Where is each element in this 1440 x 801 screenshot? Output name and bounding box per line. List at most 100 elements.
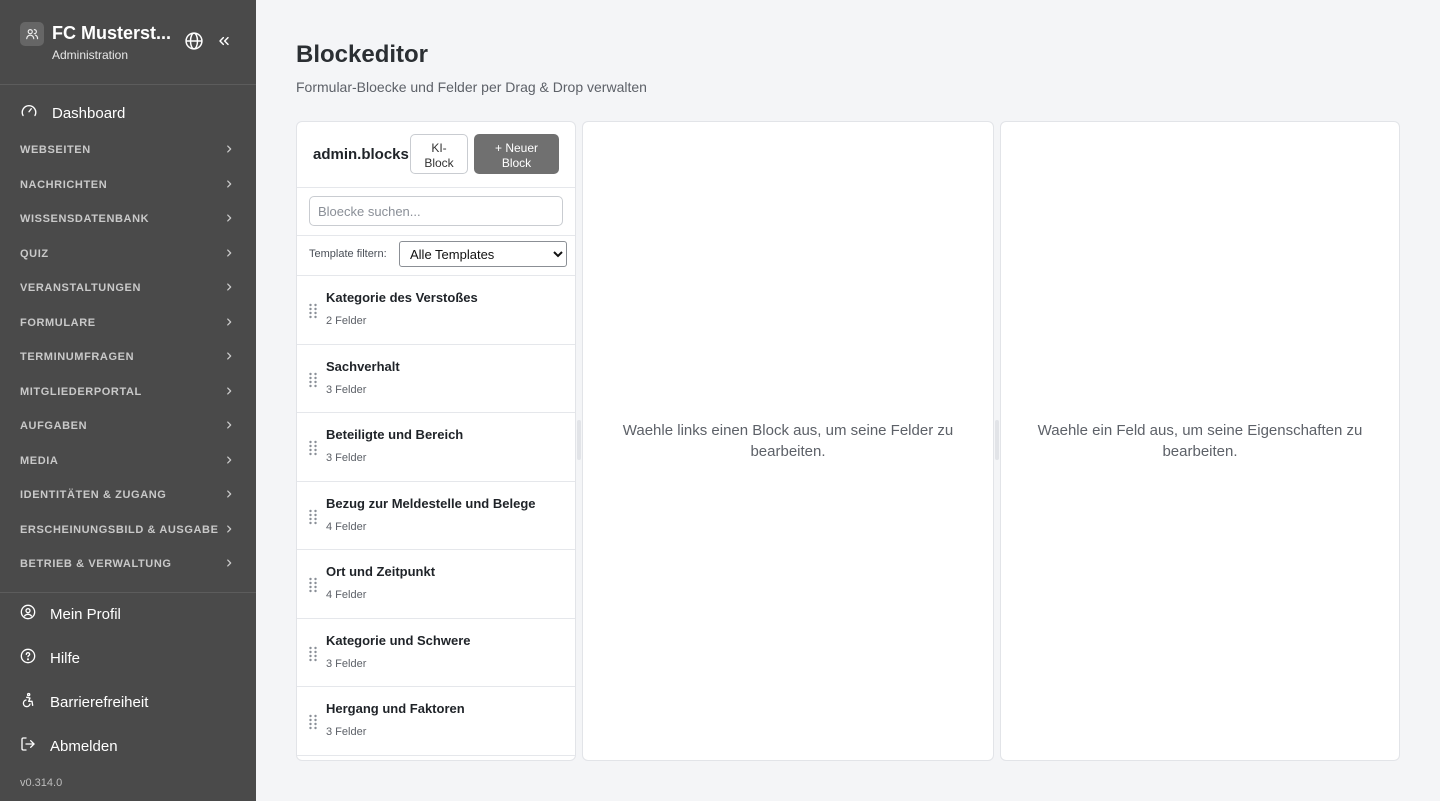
nav-section[interactable]: AUFGABEN [0, 409, 256, 444]
chevron-right-icon [224, 176, 234, 194]
block-field-count: 3 Felder [326, 452, 367, 464]
nav-section-label: VERANSTALTUNGEN [20, 282, 142, 295]
grip-vertical-icon[interactable] [308, 714, 318, 730]
block-field-count: 4 Felder [326, 520, 367, 533]
sidebar-divider [0, 592, 256, 593]
nav-section-label: MITGLIEDERPORTAL [20, 385, 142, 398]
new-block-label-2: Block [501, 156, 532, 170]
grip-vertical-icon[interactable] [308, 577, 318, 593]
block-search-row [297, 188, 575, 236]
nav-help-label: Hilfe [50, 650, 81, 667]
nav-accessibility[interactable]: Barrierefreiheit [20, 692, 148, 713]
nav-section-label: TERMINUMFRAGEN [20, 351, 135, 364]
block-title: Kategorie des Verstoßes [326, 290, 478, 305]
nav-accessibility-label: Barrierefreiheit [50, 694, 149, 711]
chevron-right-icon [224, 555, 234, 573]
chevron-right-icon [224, 486, 234, 504]
chevron-right-icon [224, 348, 234, 366]
blocks-panel-title: admin.blocks [313, 146, 409, 163]
nav-logout-label: Abmelden [50, 738, 118, 755]
nav-section[interactable]: ERSCHEINUNGSBILD & AUSGABE [0, 513, 256, 548]
nav-section-label: WEBSEITEN [20, 144, 91, 157]
page-title: Blockeditor [296, 41, 429, 68]
chevron-right-icon [224, 245, 234, 263]
ki-block-button[interactable]: KI- Block [410, 134, 468, 174]
block-title: Kategorie und Schwere [326, 632, 471, 648]
nav-help[interactable]: Hilfe [20, 648, 80, 669]
block-list-item[interactable]: Bezug zur Meldestelle und Belege 4 Felder [297, 482, 575, 550]
accessibility-icon [20, 692, 36, 713]
nav-section[interactable]: IDENTITÄTEN & ZUGANG [0, 478, 256, 513]
nav-section-label: QUIZ [20, 247, 49, 260]
nav-profile[interactable]: Mein Profil [20, 604, 121, 625]
nav-section-label: BETRIEB & VERWALTUNG [20, 558, 172, 571]
nav-logout[interactable]: Abmelden [20, 736, 118, 757]
nav-section[interactable]: WISSENSDATENBANK [0, 202, 256, 237]
grip-vertical-icon[interactable] [308, 440, 318, 456]
nav-dashboard-label: Dashboard [52, 104, 126, 122]
nav-section[interactable]: MITGLIEDERPORTAL [0, 375, 256, 410]
log-out-icon [20, 736, 36, 757]
block-title: Bezug zur Meldestelle und Belege [326, 495, 536, 511]
nav-section[interactable]: FORMULARE [0, 306, 256, 341]
globe-icon[interactable] [184, 31, 204, 51]
chevron-right-icon [224, 452, 234, 470]
nav-section-label: FORMULARE [20, 316, 96, 329]
block-list-item[interactable]: Hergang und Faktoren 3 Felder [297, 687, 575, 756]
block-field-count: 3 Felder [326, 726, 367, 738]
block-title: Sachverhalt [326, 358, 400, 374]
block-field-count: 2 Felder [326, 315, 367, 327]
block-title: Ort und Zeitpunkt [326, 564, 436, 579]
blocks-panel-header: admin.blocks KI- Block + Neuer Block [297, 122, 575, 188]
nav-section-label: IDENTITÄTEN & ZUGANG [20, 489, 167, 502]
block-list-item[interactable]: Ort und Zeitpunkt 4 Felder [297, 550, 575, 619]
properties-panel: Waehle ein Feld aus, um seine Eigenschaf… [1000, 121, 1400, 761]
chevron-right-icon [224, 383, 234, 401]
nav-section[interactable]: WEBSEITEN [0, 133, 256, 168]
nav-section[interactable]: NACHRICHTEN [0, 168, 256, 203]
nav-section-label: MEDIA [20, 454, 59, 467]
grip-vertical-icon[interactable] [308, 372, 318, 388]
version-label: v0.314.0 [20, 777, 63, 789]
nav-dashboard[interactable]: Dashboard [20, 101, 125, 125]
block-search-input[interactable] [309, 196, 563, 226]
nav-section[interactable]: VERANSTALTUNGEN [0, 271, 256, 306]
nav-section[interactable]: QUIZ [0, 237, 256, 272]
block-list-item[interactable]: Sachverhalt 3 Felder [297, 345, 575, 413]
template-filter-label: Template filtern: [309, 248, 387, 260]
block-list-item[interactable]: Kategorie und Schwere 3 Felder [297, 619, 575, 687]
help-circle-icon [20, 648, 36, 669]
nav-section-label: ERSCHEINUNGSBILD & AUSGABE [20, 523, 219, 536]
nav-section-label: AUFGABEN [20, 420, 88, 433]
panel-resize-handle[interactable] [577, 420, 581, 460]
fields-empty-message: Waehle links einen Block aus, um seine F… [622, 422, 954, 460]
sidebar-header: FC Musterst... Administration [0, 0, 256, 85]
nav-profile-label: Mein Profil [50, 606, 121, 623]
new-block-label-1: + Neuer [494, 141, 539, 155]
block-list: Kategorie des Verstoßes 2 Felder Sachverha… [297, 276, 575, 756]
nav-section[interactable]: BETRIEB & VERWALTUNG [0, 547, 256, 582]
user-circle-icon [20, 604, 36, 625]
grip-vertical-icon[interactable] [308, 509, 318, 525]
block-list-item[interactable]: Beteiligte und Bereich 3 Felder [297, 413, 575, 482]
users-icon [20, 22, 44, 46]
block-title: Beteiligte und Bereich [326, 427, 464, 442]
page-subtitle: Formular-Bloecke und Felder per Drag & D… [296, 79, 647, 95]
nav-section[interactable]: MEDIA [0, 444, 256, 479]
org-name: FC Musterst... [52, 23, 172, 43]
ki-block-label-1: KI- [431, 141, 447, 155]
template-filter-select[interactable]: Alle Templates [399, 241, 567, 267]
nav-sections: WEBSEITEN NACHRICHTEN WISSENSDATENBANK QUIZ… [0, 133, 256, 582]
block-field-count: 4 Felder [326, 589, 367, 601]
grip-vertical-icon[interactable] [308, 646, 318, 662]
block-list-item[interactable]: Kategorie des Verstoßes 2 Felder [297, 276, 575, 345]
grip-vertical-icon[interactable] [308, 303, 318, 319]
chevron-right-icon [224, 521, 234, 539]
org-subtitle: Administration [52, 48, 129, 62]
new-block-button[interactable]: + Neuer Block [474, 134, 559, 174]
chevrons-left-icon[interactable] [216, 33, 232, 49]
nav-section-label: NACHRICHTEN [20, 178, 108, 191]
panel-resize-handle[interactable] [995, 420, 999, 460]
gauge-icon [20, 102, 38, 125]
nav-section[interactable]: TERMINUMFRAGEN [0, 340, 256, 375]
